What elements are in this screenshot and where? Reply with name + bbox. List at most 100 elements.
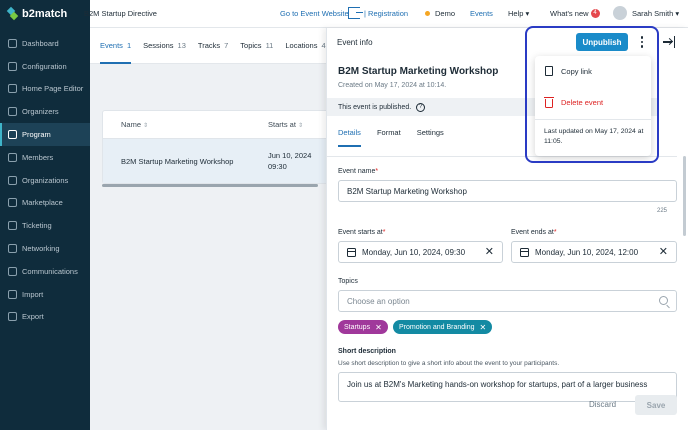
short-description-textarea[interactable]: Join us at B2M's Marketing hands-on work…	[338, 372, 677, 402]
remove-chip-icon[interactable]: ✕	[375, 323, 382, 332]
vertical-scrollbar[interactable]	[683, 156, 686, 236]
event-starts-field[interactable]: Monday, Jun 10, 2024, 09:30 ✕	[338, 241, 503, 263]
help-menu[interactable]: Help ▾	[508, 9, 529, 18]
whats-new-count-badge: 4	[590, 9, 600, 18]
table-header: Name ⇕ Starts at ⇕	[103, 111, 331, 139]
clear-icon[interactable]: ✕	[485, 247, 494, 258]
sidebar-item-communications[interactable]: Communications	[0, 260, 90, 283]
sidebar-item-members[interactable]: Members	[0, 146, 90, 169]
collapse-panel-icon[interactable]	[663, 36, 675, 48]
avatar[interactable]	[613, 6, 627, 20]
sidebar-item-label: Communications	[22, 266, 78, 276]
column-header-name[interactable]: Name ⇕	[103, 120, 268, 129]
events-link[interactable]: Events	[470, 9, 493, 18]
list-icon	[8, 198, 17, 208]
go-to-website-link[interactable]: Go to Event Website	[280, 9, 349, 18]
tab-label: Topics	[240, 41, 262, 50]
sidebar-item-label: Organizations	[22, 175, 69, 185]
topic-chip-startups[interactable]: Startups ✕	[338, 320, 388, 334]
tab-count: 1	[126, 41, 132, 50]
sidebar-item-configuration[interactable]: Configuration	[0, 55, 90, 78]
event-ends-label: Event ends at*	[511, 229, 557, 236]
sidebar-item-home-page-editor[interactable]: Home Page Editor	[0, 78, 90, 101]
tab-settings[interactable]: Settings	[417, 128, 444, 147]
tab-details[interactable]: Details	[338, 128, 361, 147]
row-date: Jun 10, 2024	[268, 151, 312, 160]
whats-new-button[interactable]: What's new 4	[550, 9, 600, 18]
calendar-icon	[8, 130, 17, 140]
logo[interactable]: b2match	[0, 0, 90, 28]
calendar-icon	[347, 247, 356, 257]
copy-link-menu-item[interactable]: Copy link	[545, 66, 592, 76]
chat-icon	[8, 266, 17, 276]
topic-chip-promotion[interactable]: Promotion and Branding ✕	[393, 320, 493, 334]
organization-name: B2M Startup Directive	[84, 9, 157, 18]
tab-events[interactable]: Events 1	[100, 28, 132, 64]
column-label: Name	[121, 120, 142, 129]
sidebar-item-networking[interactable]: Networking	[0, 237, 90, 260]
event-name-label: Event name*	[338, 168, 379, 175]
external-link-icon[interactable]	[348, 7, 363, 19]
calendar-icon	[520, 247, 529, 257]
more-options-icon[interactable]	[635, 33, 649, 51]
char-count: 225	[657, 208, 668, 214]
sidebar-item-dashboard[interactable]: Dashboard	[0, 32, 90, 55]
sidebar-item-organizations[interactable]: Organizations	[0, 169, 90, 192]
row-starts-at: Jun 10, 2024 09:30	[268, 150, 311, 172]
tab-sessions[interactable]: Sessions 13	[143, 28, 186, 64]
menu-divider	[535, 119, 651, 120]
short-description-label: Short description	[338, 348, 396, 355]
horizontal-scrollbar[interactable]	[102, 184, 318, 187]
status-dot-icon	[425, 11, 430, 16]
demo-label: Demo	[435, 9, 456, 18]
sidebar-item-program[interactable]: Program	[0, 123, 90, 146]
created-date: Created on May 17, 2024 at 10:14.	[338, 82, 447, 89]
sidebar-item-organizers[interactable]: Organizers	[0, 100, 90, 123]
tab-tracks[interactable]: Tracks 7	[198, 28, 228, 64]
sidebar-item-import[interactable]: Import	[0, 283, 90, 306]
tab-topics[interactable]: Topics 11	[240, 28, 273, 64]
people-icon	[8, 152, 17, 162]
sidebar-item-label: Home Page Editor	[22, 84, 84, 94]
home-icon	[8, 84, 17, 94]
remove-chip-icon[interactable]: ✕	[480, 323, 487, 332]
tab-format[interactable]: Format	[377, 128, 401, 147]
sidebar-item-marketplace[interactable]: Marketplace	[0, 192, 90, 215]
topics-select[interactable]: Choose an option	[338, 290, 677, 312]
last-updated-text: Last updated on May 17, 2024 at 11:05.	[544, 128, 644, 145]
tab-label: Events	[100, 41, 123, 50]
registration-link[interactable]: | Registration	[364, 9, 408, 18]
more-options-menu: Copy link Delete event Last updated on M…	[535, 56, 651, 156]
users-icon	[8, 107, 17, 117]
sidebar-item-ticketing[interactable]: Ticketing	[0, 214, 90, 237]
event-ends-value: Monday, Jun 10, 2024, 12:00	[535, 247, 639, 257]
column-header-starts-at[interactable]: Starts at ⇕	[268, 120, 303, 129]
save-button[interactable]: Save	[635, 395, 677, 415]
discard-button[interactable]: Discard	[589, 400, 616, 409]
row-time: 09:30	[268, 162, 287, 171]
event-starts-label: Event starts at*	[338, 229, 386, 236]
row-event-name: B2M Startup Marketing Workshop	[121, 156, 234, 166]
event-starts-value: Monday, Jun 10, 2024, 09:30	[362, 247, 466, 257]
delete-event-menu-item[interactable]: Delete event	[544, 97, 603, 108]
sidebar-item-label: Program	[22, 130, 51, 140]
help-icon[interactable]: ?	[416, 102, 426, 112]
sidebar-item-export[interactable]: Export	[0, 306, 90, 329]
gear-icon	[8, 61, 17, 71]
event-name-input[interactable]: B2M Startup Marketing Workshop	[338, 180, 677, 202]
sidebar-item-label: Marketplace	[22, 198, 63, 208]
building-icon	[8, 175, 17, 185]
table-row[interactable]: B2M Startup Marketing Workshop Jun 10, 2…	[103, 139, 331, 183]
clear-icon[interactable]: ✕	[659, 247, 668, 258]
copy-link-label: Copy link	[561, 66, 592, 76]
unpublish-button[interactable]: Unpublish	[576, 33, 628, 51]
user-menu[interactable]: Sarah Smith ▾	[632, 9, 679, 18]
sort-icon: ⇕	[297, 123, 303, 129]
sidebar-item-label: Import	[22, 289, 44, 299]
tab-locations[interactable]: Locations 4	[285, 28, 325, 64]
tabs-divider	[327, 156, 677, 157]
event-ends-field[interactable]: Monday, Jun 10, 2024, 12:00 ✕	[511, 241, 677, 263]
published-text: This event is published.	[338, 103, 412, 111]
sort-icon: ⇕	[143, 123, 149, 129]
demo-badge[interactable]: Demo	[425, 9, 455, 18]
